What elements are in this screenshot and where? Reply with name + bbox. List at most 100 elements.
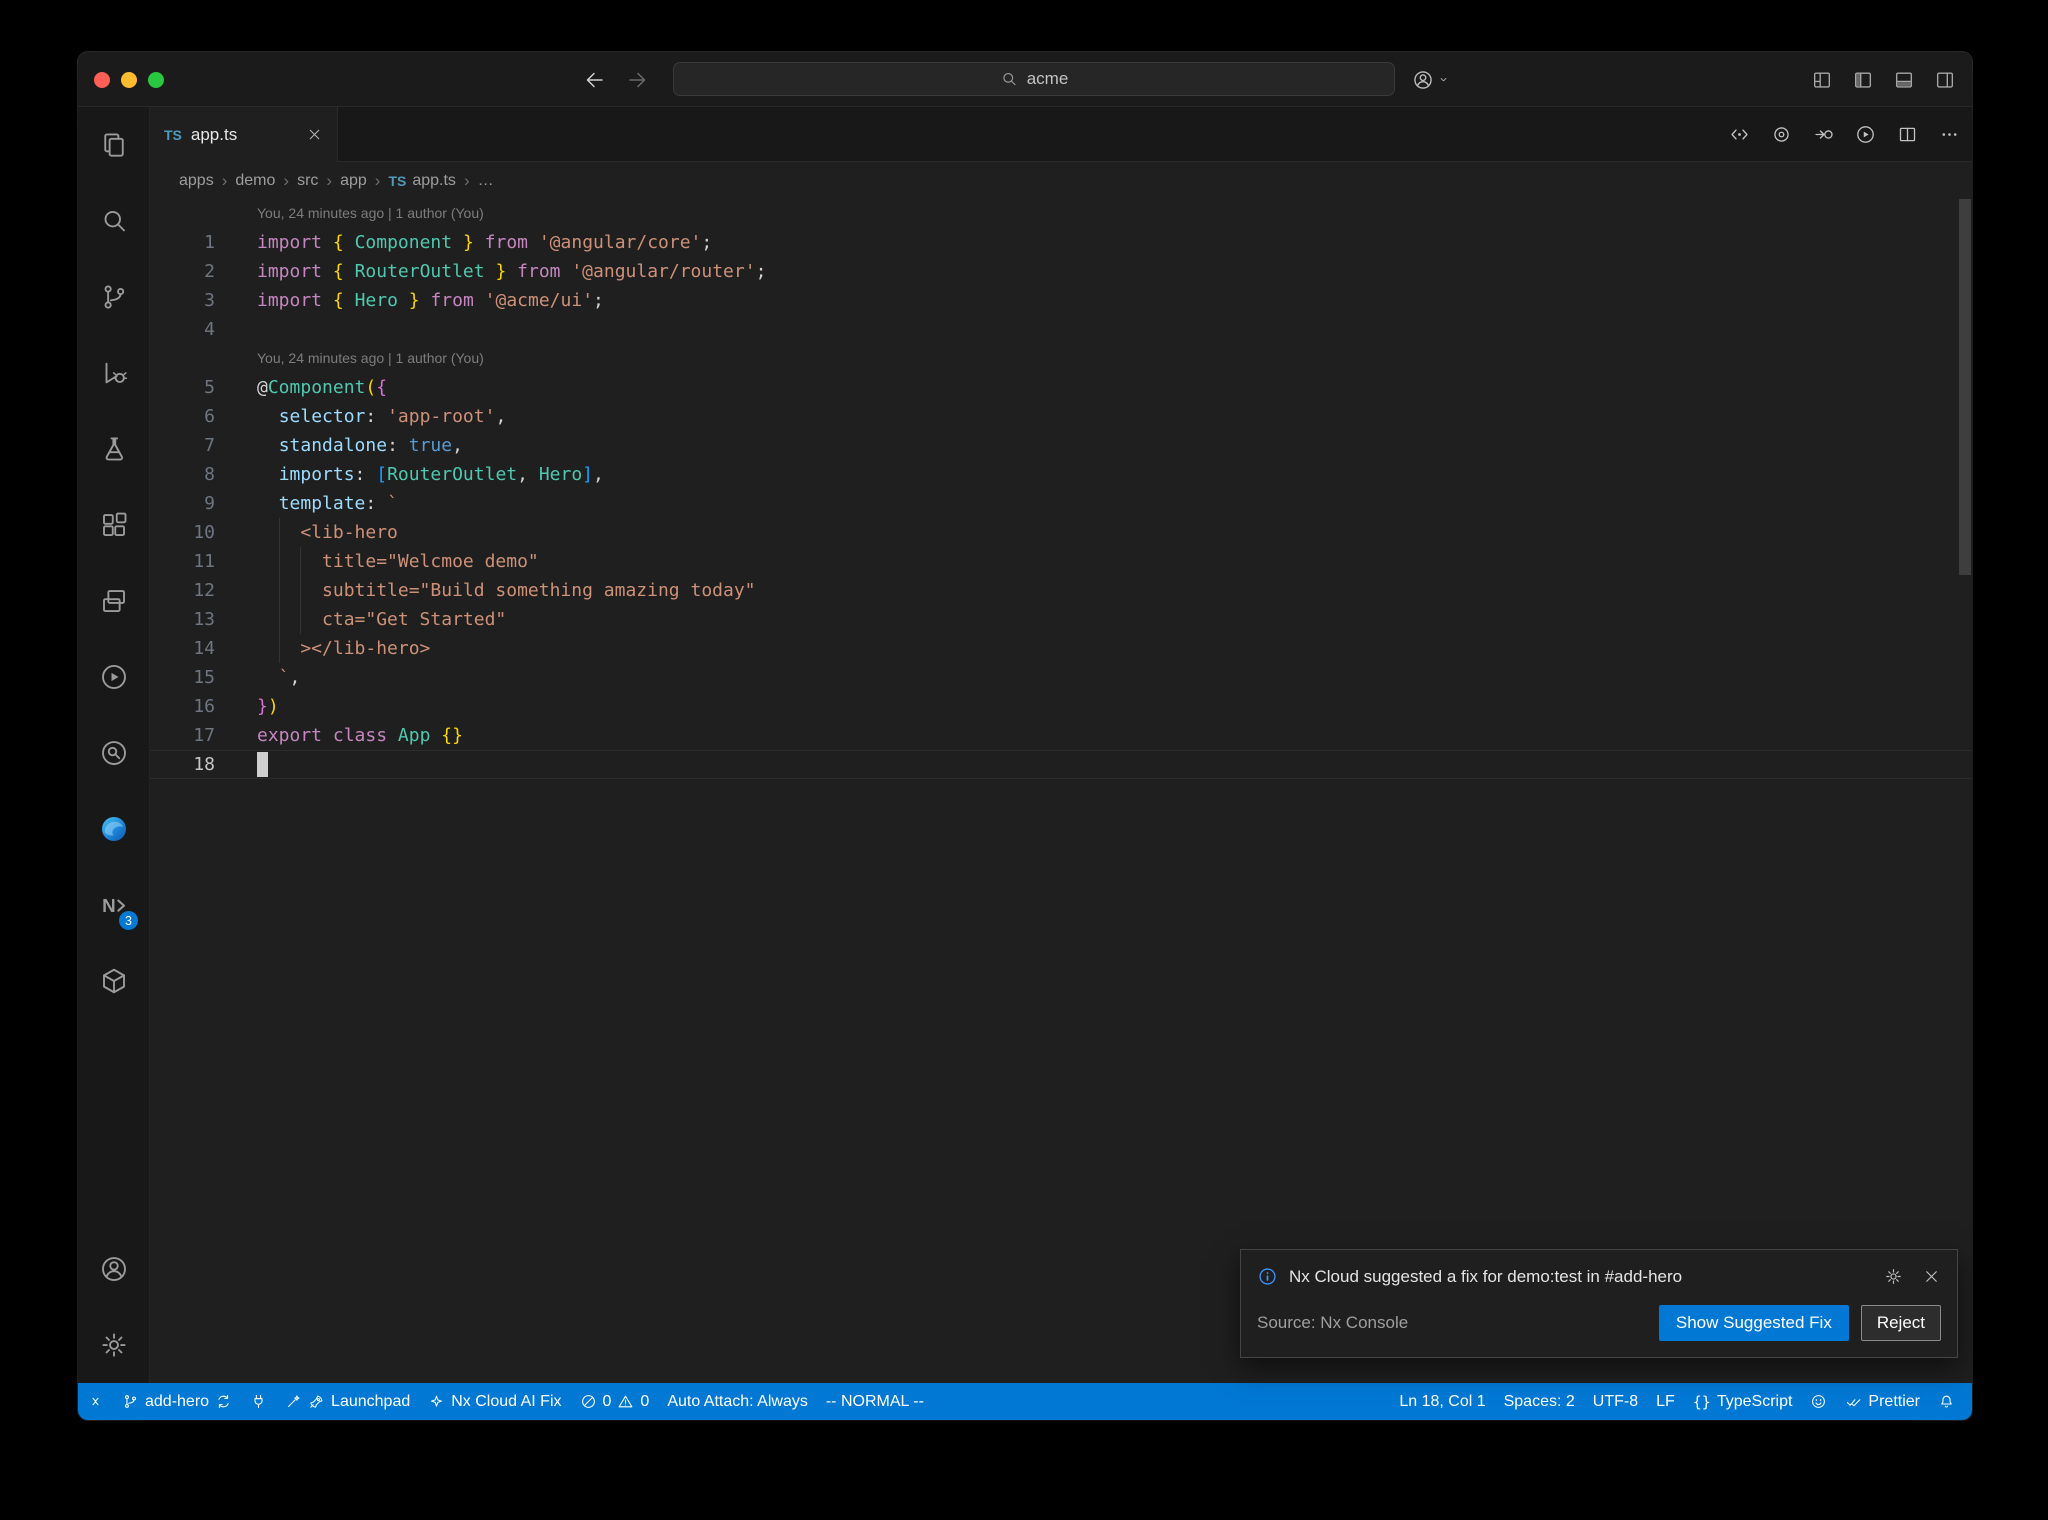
status-indentation[interactable]: Spaces: 2 — [1495, 1383, 1584, 1420]
breadcrumb-item-appts[interactable]: TS app.ts — [388, 172, 455, 190]
code-lines: You, 24 minutes ago | 1 author (You) 1 imp… — [150, 199, 1972, 779]
remote-icon — [87, 1393, 104, 1410]
status-cursor-position[interactable]: Ln 18, Col 1 — [1390, 1383, 1494, 1420]
activity-accounts[interactable] — [78, 1231, 150, 1307]
code-line[interactable]: 6 selector: 'app-root', — [150, 402, 1972, 431]
status-vim-mode[interactable]: -- NORMAL -- — [817, 1383, 933, 1420]
activity-run-target[interactable] — [78, 639, 150, 715]
code-line[interactable]: 10 <lib-hero — [150, 518, 1972, 547]
status-eol[interactable]: LF — [1647, 1383, 1684, 1420]
code-line[interactable]: 1 import { Component } from '@angular/cor… — [150, 228, 1972, 257]
status-notifications-bell[interactable] — [1929, 1383, 1964, 1420]
code-line[interactable]: 5 @Component({ — [150, 373, 1972, 402]
notification-settings-button[interactable] — [1884, 1267, 1903, 1286]
notification-close-button[interactable] — [1922, 1267, 1941, 1286]
more-actions-button[interactable] — [1939, 124, 1960, 145]
activity-code-inspect[interactable] — [78, 715, 150, 791]
show-suggested-fix-button[interactable]: Show Suggested Fix — [1658, 1305, 1849, 1341]
code-text: ></lib-hero> — [257, 638, 431, 659]
close-tab-button[interactable] — [306, 126, 323, 143]
tab-app-ts[interactable]: TS app.ts — [150, 107, 338, 162]
status-language-mode[interactable]: {} TypeScript — [1684, 1383, 1802, 1420]
sparkle-icon — [428, 1393, 445, 1410]
activity-run-and-debug[interactable] — [78, 335, 150, 411]
code-line[interactable]: 8 imports: [RouterOutlet, Hero], — [150, 460, 1972, 489]
close-window-button[interactable] — [94, 71, 110, 88]
customize-layout-button[interactable] — [1811, 69, 1833, 91]
run-to-button[interactable] — [1813, 124, 1834, 145]
activity-search[interactable] — [78, 183, 150, 259]
activity-source-control[interactable] — [78, 259, 150, 335]
code-line[interactable]: 12 subtitle="Build something amazing tod… — [150, 576, 1972, 605]
code-line[interactable]: 2 import { RouterOutlet } from '@angular/… — [150, 257, 1972, 286]
status-git-branch[interactable]: add-hero — [113, 1383, 241, 1420]
zoom-window-button[interactable] — [148, 71, 164, 88]
command-center-search[interactable]: acme — [673, 62, 1395, 96]
code-line[interactable]: 7 standalone: true, — [150, 431, 1972, 460]
indent-guide — [300, 547, 302, 576]
go-forward-button[interactable] — [625, 68, 649, 92]
code-line[interactable]: 11 title="Welcmoe demo" — [150, 547, 1972, 576]
code-line[interactable]: 14 ></lib-hero> — [150, 634, 1972, 663]
toggle-sidebar-button[interactable] — [1852, 69, 1874, 91]
code-line[interactable]: 3 import { Hero } from '@acme/ui'; — [150, 286, 1972, 315]
notification-title: Nx Cloud suggested a fix for demo:test i… — [1289, 1266, 1683, 1286]
toggle-panel-button[interactable] — [1893, 69, 1915, 91]
code-line[interactable]: 15 `, — [150, 663, 1972, 692]
activity-package-explorer[interactable] — [78, 943, 150, 1019]
breadcrumb-item-demo[interactable]: demo — [235, 172, 275, 190]
activity-badge: 3 — [119, 911, 138, 930]
code-text: cta="Get Started" — [257, 609, 507, 630]
code-text: }) — [257, 696, 279, 717]
breadcrumb-label: src — [297, 171, 319, 189]
activity-explorer[interactable] — [78, 107, 150, 183]
split-editor-button[interactable] — [1897, 124, 1918, 145]
editor[interactable]: You, 24 minutes ago | 1 author (You) 1 imp… — [150, 199, 1972, 1383]
status-label: Spaces: 2 — [1503, 1392, 1575, 1410]
status-formatter[interactable]: Prettier — [1836, 1383, 1929, 1420]
code-line[interactable]: 18 — [150, 750, 1972, 779]
code-line[interactable]: 13 cta="Get Started" — [150, 605, 1972, 634]
rocket-icon — [308, 1393, 325, 1410]
go-back-button[interactable] — [583, 68, 607, 92]
account-menu[interactable] — [1412, 52, 1450, 107]
activity-nx-console[interactable]: N3 — [78, 867, 150, 943]
reject-button[interactable]: Reject — [1860, 1305, 1941, 1341]
code-line[interactable]: 16}) — [150, 692, 1972, 721]
status-label: Launchpad — [331, 1392, 411, 1410]
status-remote-indicator[interactable] — [78, 1383, 113, 1420]
line-number: 18 — [193, 754, 215, 775]
window-controls — [94, 71, 164, 88]
extensions-icon — [99, 510, 129, 540]
open-changes-button[interactable] — [1729, 124, 1750, 145]
code-line[interactable]: 9 template: ` — [150, 489, 1972, 518]
status-launchpad[interactable]: Launchpad — [276, 1383, 419, 1420]
indent-guide — [278, 605, 280, 634]
activity-settings[interactable] — [78, 1307, 150, 1383]
breadcrumb-item-app[interactable]: app — [340, 172, 367, 190]
play-circle-icon — [99, 662, 129, 692]
breadcrumb-item-apps[interactable]: apps — [179, 172, 214, 190]
sync-icon — [215, 1393, 232, 1410]
activity-testing[interactable] — [78, 411, 150, 487]
status-auto-attach[interactable]: Auto Attach: Always — [658, 1383, 817, 1420]
status-tunnel[interactable] — [241, 1383, 276, 1420]
status-encoding[interactable]: UTF-8 — [1584, 1383, 1647, 1420]
status-label: add-hero — [145, 1392, 210, 1410]
run-file-button[interactable] — [1855, 124, 1876, 145]
activity-edge-browser[interactable] — [78, 791, 150, 867]
breadcrumb-item-[interactable]: … — [478, 172, 494, 190]
code-line[interactable]: 17 export class App {} — [150, 721, 1972, 750]
status-feedback[interactable] — [1801, 1383, 1836, 1420]
status-label: UTF-8 — [1592, 1392, 1639, 1410]
activity-extensions[interactable] — [78, 487, 150, 563]
toggle-secondary-sidebar-button[interactable] — [1934, 69, 1956, 91]
status-problems[interactable]: 00 — [571, 1383, 659, 1420]
scrollbar-thumb[interactable] — [1959, 199, 1971, 575]
activity-windows[interactable] — [78, 563, 150, 639]
code-line[interactable]: 4 — [150, 315, 1972, 344]
breadcrumb-item-src[interactable]: src — [297, 172, 318, 190]
target-button[interactable] — [1771, 124, 1792, 145]
status-nx-cloud-ai-fix[interactable]: Nx Cloud AI Fix — [419, 1383, 570, 1420]
minimize-window-button[interactable] — [121, 71, 137, 88]
